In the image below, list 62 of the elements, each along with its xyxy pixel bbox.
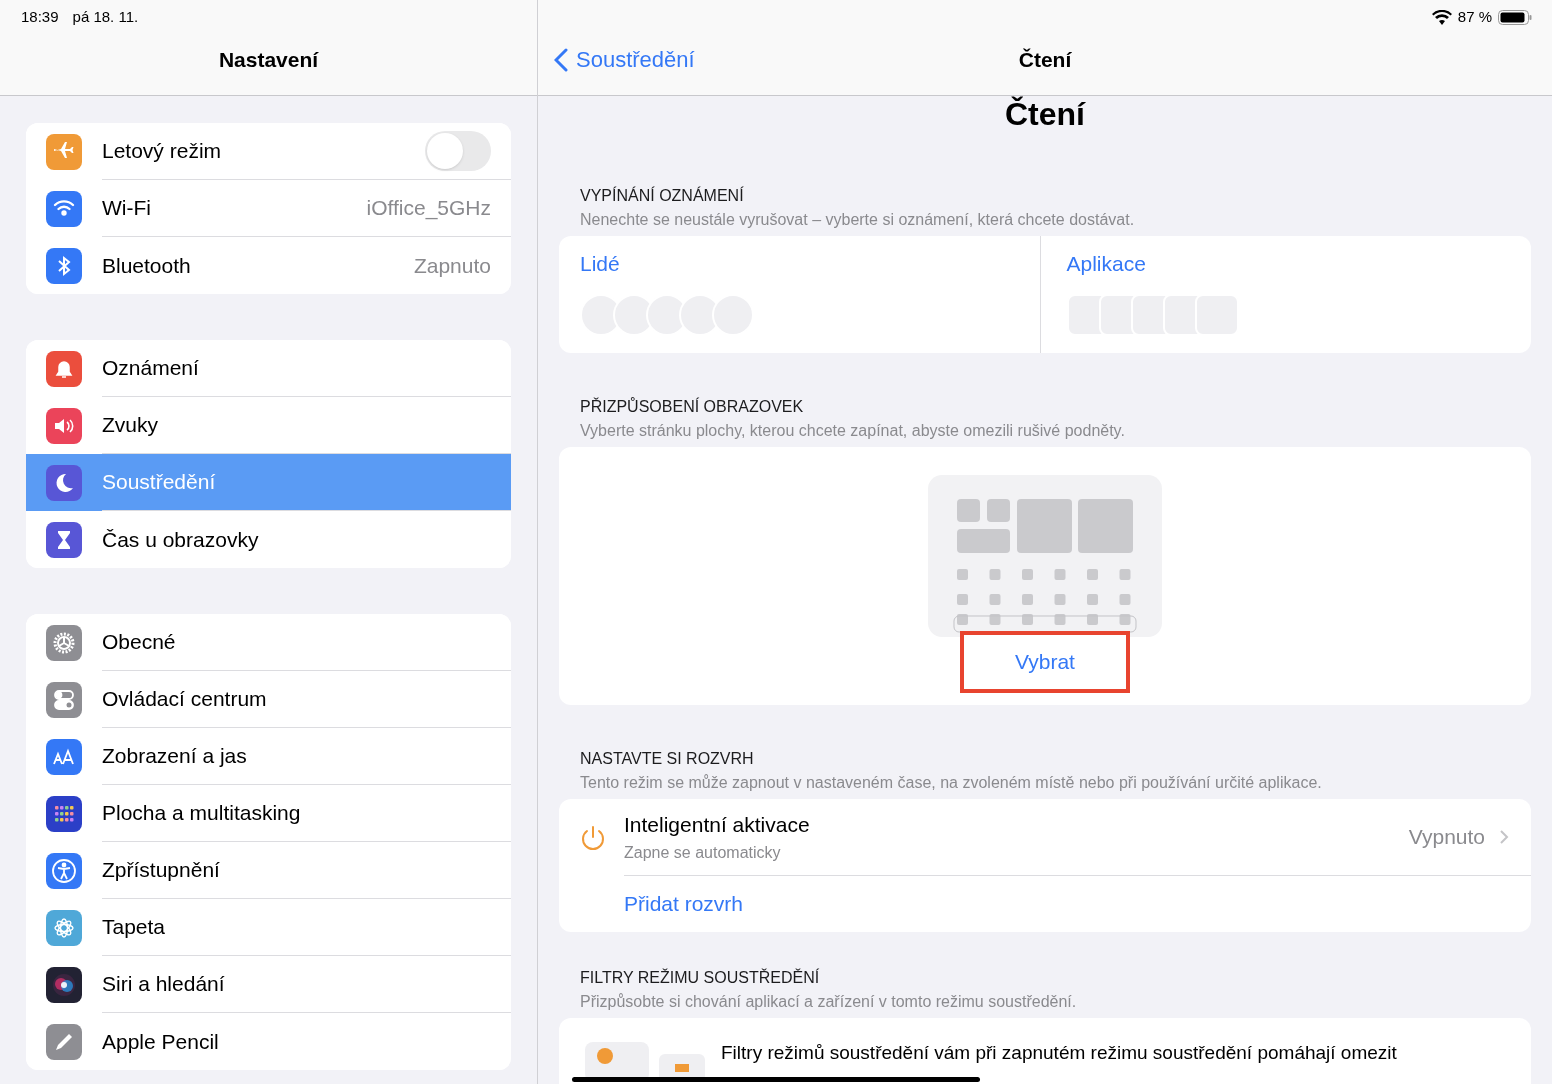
row-label: Oznámení [102, 355, 200, 382]
row-label: Wi-Fi [102, 195, 152, 222]
wifi-icon [46, 190, 82, 227]
row-label: Zpřístupnění [102, 857, 221, 884]
back-button[interactable]: Soustředění [538, 43, 695, 77]
switches-icon [46, 681, 82, 718]
choose-button[interactable]: Vybrat [960, 631, 1130, 693]
section-header: FILTRY REŽIMU SOUSTŘEDĚNÍ [580, 968, 821, 988]
battery-percent: 87 % [1457, 7, 1492, 27]
toggle-switch[interactable] [425, 131, 491, 171]
bluetooth-icon [46, 247, 82, 284]
section-header: NASTAVTE SI ROZVRH [580, 749, 755, 769]
grid-icon [46, 795, 82, 832]
row-label: Čas u obrazovky [102, 526, 260, 553]
row-label: Zobrazení a jas [102, 743, 248, 770]
chevron-right-icon [1499, 829, 1509, 845]
row-label: Tapeta [102, 914, 167, 941]
section-header: VYPÍNÁNÍ OZNÁMENÍ [580, 186, 745, 206]
filters-text: Filtry režimů soustředění vám při zapnutém režimu soustředění pomáhají omezit [721, 1042, 1397, 1064]
section-header: PŘIZPŮSOBENÍ OBRAZOVEK [580, 397, 805, 417]
row-label: Obecné [102, 629, 177, 656]
row-label: Soustředění [102, 469, 217, 496]
row-title: Inteligentní aktivace [624, 812, 811, 839]
moon-icon [46, 464, 82, 501]
smart-activation-row[interactable]: Inteligentní aktivace Zapne se automaticky Vypnuto [559, 799, 1531, 876]
gear-icon [46, 624, 82, 661]
row-label: Ovládací centrum [102, 686, 268, 713]
row-value: iOffice_5GHz [366, 195, 491, 222]
row-label: Letový režim [102, 138, 223, 165]
bell-icon [46, 350, 82, 387]
sidebar-title: Nastavení [218, 47, 319, 73]
hourglass-icon [46, 521, 82, 558]
airplane-icon [46, 133, 82, 170]
add-schedule-link[interactable]: Přidat rozvrh [624, 888, 744, 920]
apps-link[interactable]: Aplikace [1066, 248, 1146, 280]
pencil-icon [46, 1023, 82, 1060]
orb-icon [46, 966, 82, 1003]
power-icon [579, 823, 607, 852]
section-description: Vyberte stránku plochy, kterou chcete zapínat, abyste omezili rušivé podněty. [580, 421, 1126, 441]
row-label: Bluetooth [102, 252, 192, 279]
flower-icon [46, 909, 82, 946]
large-title: Čtení [1005, 96, 1085, 132]
wifi-icon [1431, 9, 1452, 25]
status-time: 18:39 [21, 7, 59, 27]
speaker-icon [46, 407, 82, 444]
chevron-left-icon [554, 47, 568, 72]
row-label: Zvuky [102, 412, 159, 439]
accessibility-icon [46, 852, 82, 889]
status-date: pá 18. 11. [72, 7, 139, 27]
row-label: Siri a hledání [102, 971, 226, 998]
letters-icon [46, 738, 82, 775]
section-description: Nenechte se neustále vyrušovat – vyberte si oznámení, která chcete dostávat. [580, 210, 1136, 230]
people-link[interactable]: Lidé [580, 248, 620, 280]
battery-icon [1498, 9, 1532, 25]
row-value: Vypnuto [1408, 824, 1485, 851]
nav-title: Čtení [1018, 47, 1072, 73]
section-description: Přizpůsobte si chování aplikací a zařízení v tomto režimu soustředění. [580, 992, 1078, 1012]
row-value: Zapnuto [413, 252, 491, 279]
row-label: Apple Pencil [102, 1028, 220, 1055]
row-subtitle: Zapne se automaticky [624, 842, 782, 863]
section-description: Tento režim se může zapnout v nastaveném čase, na zvoleném místě nebo při používání určité aplikace. [580, 773, 1323, 793]
row-label: Plocha a multitasking [102, 800, 302, 827]
